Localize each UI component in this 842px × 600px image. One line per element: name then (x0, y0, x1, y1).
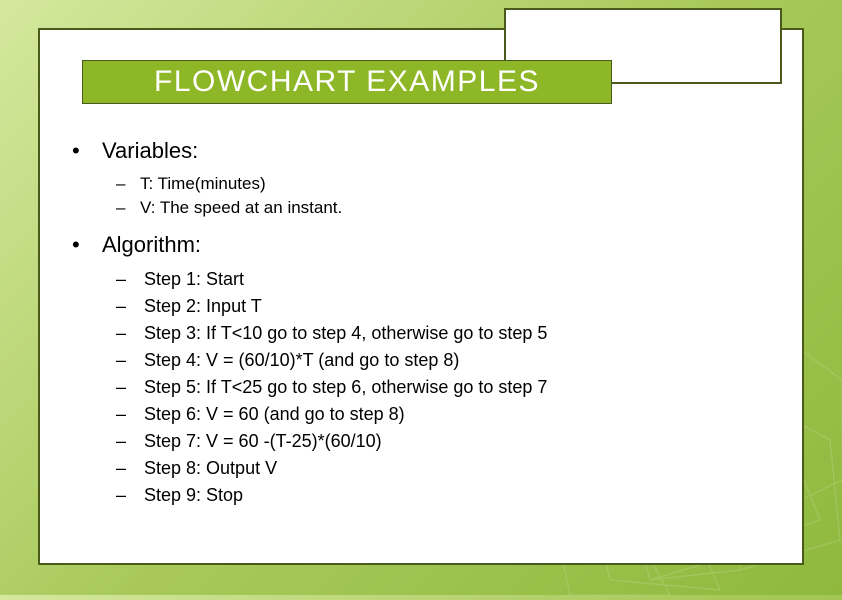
section-heading-text: Algorithm: (102, 232, 201, 258)
algorithm-list: –Step 1: Start –Step 2: Input T –Step 3:… (116, 266, 782, 509)
dash-icon: – (116, 196, 140, 220)
dash-icon: – (116, 266, 144, 293)
list-item-text: Step 2: Input T (144, 293, 262, 320)
dash-icon: – (116, 374, 144, 401)
bullet-icon: • (72, 232, 102, 258)
list-item-text: V: The speed at an instant. (140, 196, 342, 220)
list-item: –Step 6: V = 60 (and go to step 8) (116, 401, 782, 428)
list-item: –Step 7: V = 60 -(T-25)*(60/10) (116, 428, 782, 455)
section-heading-text: Variables: (102, 138, 198, 164)
list-item-text: Step 6: V = 60 (and go to step 8) (144, 401, 405, 428)
dash-icon: – (116, 455, 144, 482)
list-item-text: T: Time(minutes) (140, 172, 266, 196)
list-item-text: Step 3: If T<10 go to step 4, otherwise … (144, 320, 547, 347)
list-item-text: Step 7: V = 60 -(T-25)*(60/10) (144, 428, 382, 455)
list-item: –Step 4: V = (60/10)*T (and go to step 8… (116, 347, 782, 374)
list-item-text: Step 1: Start (144, 266, 244, 293)
dash-icon: – (116, 172, 140, 196)
section-heading: • Algorithm: (72, 232, 782, 258)
dash-icon: – (116, 401, 144, 428)
dash-icon: – (116, 293, 144, 320)
list-item: –Step 2: Input T (116, 293, 782, 320)
list-item: – V: The speed at an instant. (116, 196, 782, 220)
dash-icon: – (116, 482, 144, 509)
dash-icon: – (116, 428, 144, 455)
list-item: –Step 8: Output V (116, 455, 782, 482)
variables-list: – T: Time(minutes) – V: The speed at an … (116, 172, 782, 220)
slide-title: FLOWCHART EXAMPLES (154, 65, 540, 99)
list-item-text: Step 9: Stop (144, 482, 243, 509)
dash-icon: – (116, 347, 144, 374)
list-item-text: Step 5: If T<25 go to step 6, otherwise … (144, 374, 547, 401)
list-item: –Step 5: If T<25 go to step 6, otherwise… (116, 374, 782, 401)
list-item: –Step 1: Start (116, 266, 782, 293)
list-item: –Step 9: Stop (116, 482, 782, 509)
bullet-icon: • (72, 138, 102, 164)
list-item-text: Step 4: V = (60/10)*T (and go to step 8) (144, 347, 459, 374)
list-item-text: Step 8: Output V (144, 455, 277, 482)
title-bar: FLOWCHART EXAMPLES (82, 60, 612, 104)
content-area: • Variables: – T: Time(minutes) – V: The… (72, 138, 782, 509)
list-item: –Step 3: If T<10 go to step 4, otherwise… (116, 320, 782, 347)
list-item: – T: Time(minutes) (116, 172, 782, 196)
section-heading: • Variables: (72, 138, 782, 164)
dash-icon: – (116, 320, 144, 347)
